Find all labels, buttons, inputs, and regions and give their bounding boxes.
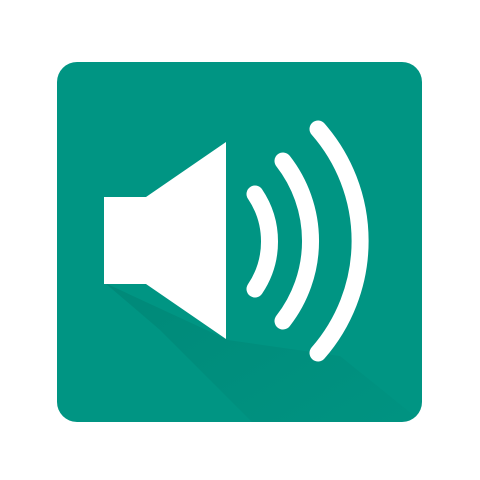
icon-canvas [0,0,480,480]
speaker-volume-icon[interactable] [0,0,480,480]
